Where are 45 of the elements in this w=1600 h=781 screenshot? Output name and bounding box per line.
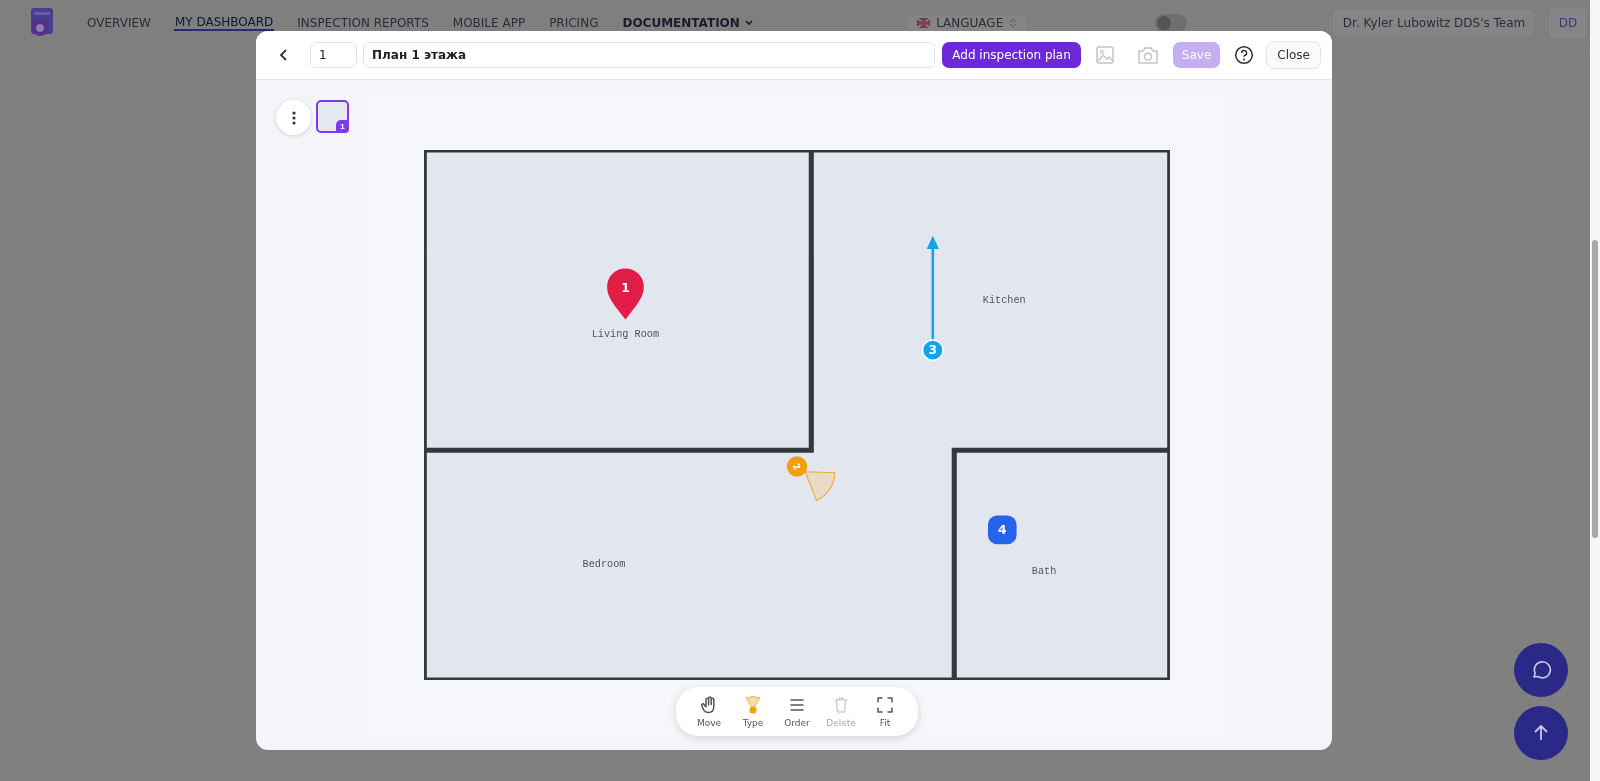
- plan-title-field[interactable]: План 1 этажа: [363, 42, 936, 68]
- nav-link[interactable]: MY DASHBOARD: [173, 15, 275, 31]
- tool-button[interactable]: Move: [690, 693, 728, 730]
- flag-icon: [916, 18, 931, 28]
- tool-button[interactable]: Type: [734, 693, 772, 730]
- team-select[interactable]: Dr. Kyler Lubowitz DDS's Team: [1332, 10, 1533, 36]
- plan-number-field[interactable]: 1: [310, 42, 357, 68]
- help-button[interactable]: [1234, 45, 1255, 65]
- scroll-top-button[interactable]: [1514, 706, 1568, 760]
- more-button[interactable]: [276, 100, 311, 135]
- image-button[interactable]: [1094, 45, 1115, 65]
- tool-button[interactable]: Fit: [866, 693, 904, 730]
- chevron-down-icon: [743, 18, 754, 28]
- more-vertical-icon: [291, 110, 296, 125]
- nav-link[interactable]: DOCUMENTATION: [621, 16, 755, 30]
- camera-icon: [1136, 45, 1159, 65]
- thumbnail-badge: 1: [336, 120, 349, 133]
- sort-icon: [1009, 18, 1017, 28]
- tool-button[interactable]: Order: [778, 693, 816, 730]
- pin-marker[interactable]: 1: [607, 268, 644, 320]
- scrollbar-thumb[interactable]: [1592, 240, 1598, 538]
- camera-button[interactable]: [1136, 45, 1159, 65]
- camera-logo-icon: [28, 8, 56, 38]
- close-button[interactable]: Close: [1266, 41, 1321, 69]
- chat-bubble-icon: [1530, 659, 1552, 681]
- nav-link[interactable]: OVERVIEW: [86, 16, 152, 30]
- cone-icon: [743, 695, 763, 715]
- fullscreen-icon: [875, 695, 895, 715]
- room-label: Bedroom: [582, 557, 626, 570]
- nav-link[interactable]: PRICING: [548, 16, 600, 30]
- help-icon: [1234, 45, 1255, 65]
- add-inspection-plan-button[interactable]: Add inspection plan: [942, 42, 1081, 68]
- language-select[interactable]: LANGUAGE: [906, 15, 1027, 31]
- room-label: Living Room: [591, 327, 660, 340]
- plan-thumbnail[interactable]: 1: [316, 100, 349, 133]
- room-label: Kitchen: [982, 294, 1026, 307]
- chat-button[interactable]: [1514, 643, 1568, 697]
- room-label: Bath: [1031, 564, 1057, 577]
- chevron-left-icon: [278, 48, 290, 62]
- nav-link[interactable]: MOBILE APP: [451, 16, 527, 30]
- trash-icon: [831, 695, 851, 715]
- user-initials[interactable]: DD: [1548, 8, 1588, 38]
- theme-toggle[interactable]: [1154, 14, 1187, 32]
- image-icon: [1094, 45, 1115, 65]
- nav-link[interactable]: INSPECTION REPORTS: [296, 16, 430, 30]
